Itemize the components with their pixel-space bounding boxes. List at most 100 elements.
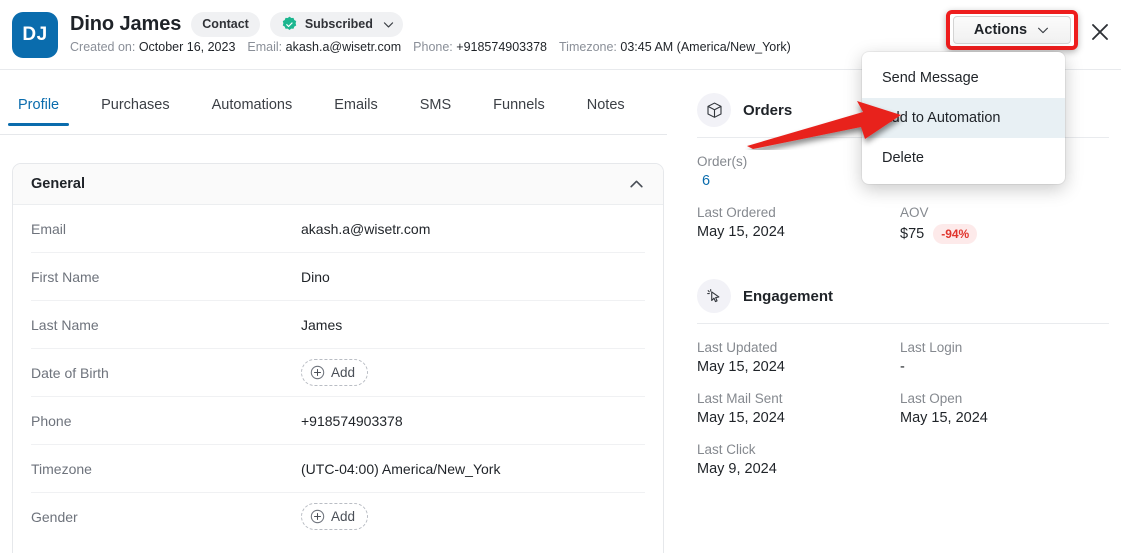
chevron-down-icon (1038, 27, 1049, 34)
field-row-first-name[interactable]: First Name Dino (31, 253, 645, 301)
general-card: General Email akash.a@wisetr.com First N… (12, 163, 664, 553)
field-row-timezone[interactable]: Timezone (UTC-04:00) America/New_York (31, 445, 645, 493)
menu-item-add-to-automation[interactable]: Add to Automation (862, 98, 1065, 138)
status-badge: -94% (933, 224, 978, 244)
stat-label: Last Ordered (697, 205, 776, 220)
stat-value: $75 (900, 226, 925, 242)
meta-phone-value: +918574903378 (456, 40, 547, 54)
actions-dropdown-menu: Send Message Add to Automation Delete (862, 52, 1065, 184)
tab-emails[interactable]: Emails (324, 95, 388, 126)
general-card-title: General (31, 176, 85, 192)
chevron-up-icon[interactable] (628, 176, 645, 193)
meta-email: Email: akash.a@wisetr.com (247, 40, 401, 54)
tab-funnels[interactable]: Funnels (483, 95, 555, 126)
meta-phone-label: Phone: (413, 40, 453, 54)
stat-value: May 9, 2024 (697, 461, 777, 477)
stat-last-ordered: Last Ordered May 15, 2024 (697, 205, 900, 244)
tab-sms[interactable]: SMS (410, 95, 461, 126)
meta-timezone-value: 03:45 AM (America/New_York) (620, 40, 791, 54)
actions-button-label: Actions (973, 22, 1028, 38)
stat-last-open: Last Open May 15, 2024 (900, 391, 1109, 426)
field-value: +918574903378 (301, 412, 403, 429)
stat-label: Last Open (900, 391, 963, 406)
field-label: Email (31, 220, 67, 237)
package-icon (697, 93, 731, 127)
menu-item-delete[interactable]: Delete (862, 138, 1065, 178)
general-field-list: Email akash.a@wisetr.com First Name Dino… (13, 205, 663, 540)
verified-check-icon (282, 16, 297, 30)
actions-button-area: Actions (946, 10, 1078, 50)
field-value: Dino (301, 268, 330, 285)
tab-purchases[interactable]: Purchases (91, 95, 180, 126)
profile-tab-bar: Profile Purchases Automations Emails SMS… (0, 95, 667, 135)
stat-last-click: Last Click May 9, 2024 (697, 442, 900, 477)
stat-label: Last Login (900, 340, 963, 355)
field-row-last-name[interactable]: Last Name James (31, 301, 645, 349)
field-label: Last Name (31, 316, 99, 333)
contact-meta-row: Created on: October 16, 2023 Email: akas… (70, 40, 791, 54)
field-value: (UTC-04:00) America/New_York (301, 460, 501, 477)
stat-label: Last Mail Sent (697, 391, 783, 406)
field-value: James (301, 316, 343, 333)
stat-label: Last Click (697, 442, 756, 457)
field-label: Timezone (31, 460, 92, 477)
add-button-label: Add (331, 509, 356, 524)
field-row-gender[interactable]: Gender Add (31, 493, 645, 540)
subscription-status-label: Subscribed (304, 17, 373, 31)
meta-timezone-label: Timezone: (559, 40, 617, 54)
engagement-stat-grid: Last Updated May 15, 2024 Last Login - L… (697, 340, 1109, 477)
stat-last-mail-sent: Last Mail Sent May 15, 2024 (697, 391, 900, 426)
stat-empty-slot (900, 442, 1109, 477)
field-label: Gender (31, 508, 78, 525)
general-card-header[interactable]: General (13, 164, 663, 205)
tab-automations[interactable]: Automations (202, 95, 303, 126)
add-button-label: Add (331, 365, 356, 380)
field-row-email[interactable]: Email akash.a@wisetr.com (31, 205, 645, 253)
field-label: First Name (31, 268, 100, 285)
stat-value: May 15, 2024 (900, 410, 988, 426)
meta-created: Created on: October 16, 2023 (70, 40, 235, 54)
orders-section-title: Orders (743, 101, 793, 119)
stat-aov: AOV $75 -94% (900, 205, 1109, 244)
add-gender-button[interactable]: Add (301, 503, 369, 530)
subscription-status-badge[interactable]: Subscribed (269, 11, 403, 37)
plus-circle-icon (310, 509, 325, 524)
meta-timezone: Timezone: 03:45 AM (America/New_York) (559, 40, 791, 54)
divider (697, 323, 1109, 324)
stat-value: - (900, 359, 905, 375)
cursor-click-icon (697, 279, 731, 313)
field-row-phone[interactable]: Phone +918574903378 (31, 397, 645, 445)
engagement-section: Engagement Last Updated May 15, 2024 Las… (697, 278, 1109, 477)
stat-last-login: Last Login - (900, 340, 1109, 375)
meta-phone: Phone: +918574903378 (413, 40, 547, 54)
contact-type-badge: Contact (191, 11, 260, 37)
add-date-of-birth-button[interactable]: Add (301, 359, 369, 386)
tab-notes[interactable]: Notes (577, 95, 635, 126)
contact-identity-row: Dino James Contact Subscribed (70, 10, 403, 38)
avatar: DJ (12, 12, 58, 58)
actions-button[interactable]: Actions (953, 16, 1071, 44)
engagement-section-title: Engagement (743, 287, 834, 305)
contact-detail-panel: DJ Dino James Contact Subscribed Created… (0, 0, 1121, 553)
field-label: Phone (31, 412, 72, 429)
stat-label: AOV (900, 205, 929, 220)
stat-last-updated: Last Updated May 15, 2024 (697, 340, 900, 375)
plus-circle-icon (310, 365, 325, 380)
chevron-down-icon[interactable] (382, 18, 395, 31)
page-title: Dino James (70, 12, 182, 35)
meta-created-label: Created on: (70, 40, 136, 54)
close-icon[interactable] (1088, 20, 1112, 44)
field-value: akash.a@wisetr.com (301, 220, 431, 237)
meta-created-value: October 16, 2023 (138, 40, 236, 54)
stat-label: Last Updated (697, 340, 778, 355)
stat-value: May 15, 2024 (697, 359, 785, 375)
stat-value: May 15, 2024 (697, 410, 785, 426)
field-label: Date of Birth (31, 364, 109, 381)
meta-email-label: Email: (247, 40, 283, 54)
stat-value-row: $75 -94% (900, 224, 1109, 244)
meta-email-value: akash.a@wisetr.com (285, 40, 402, 54)
field-row-date-of-birth[interactable]: Date of Birth Add (31, 349, 645, 397)
engagement-section-header: Engagement (697, 278, 1109, 314)
tab-profile[interactable]: Profile (8, 95, 70, 126)
menu-item-send-message[interactable]: Send Message (862, 58, 1065, 98)
